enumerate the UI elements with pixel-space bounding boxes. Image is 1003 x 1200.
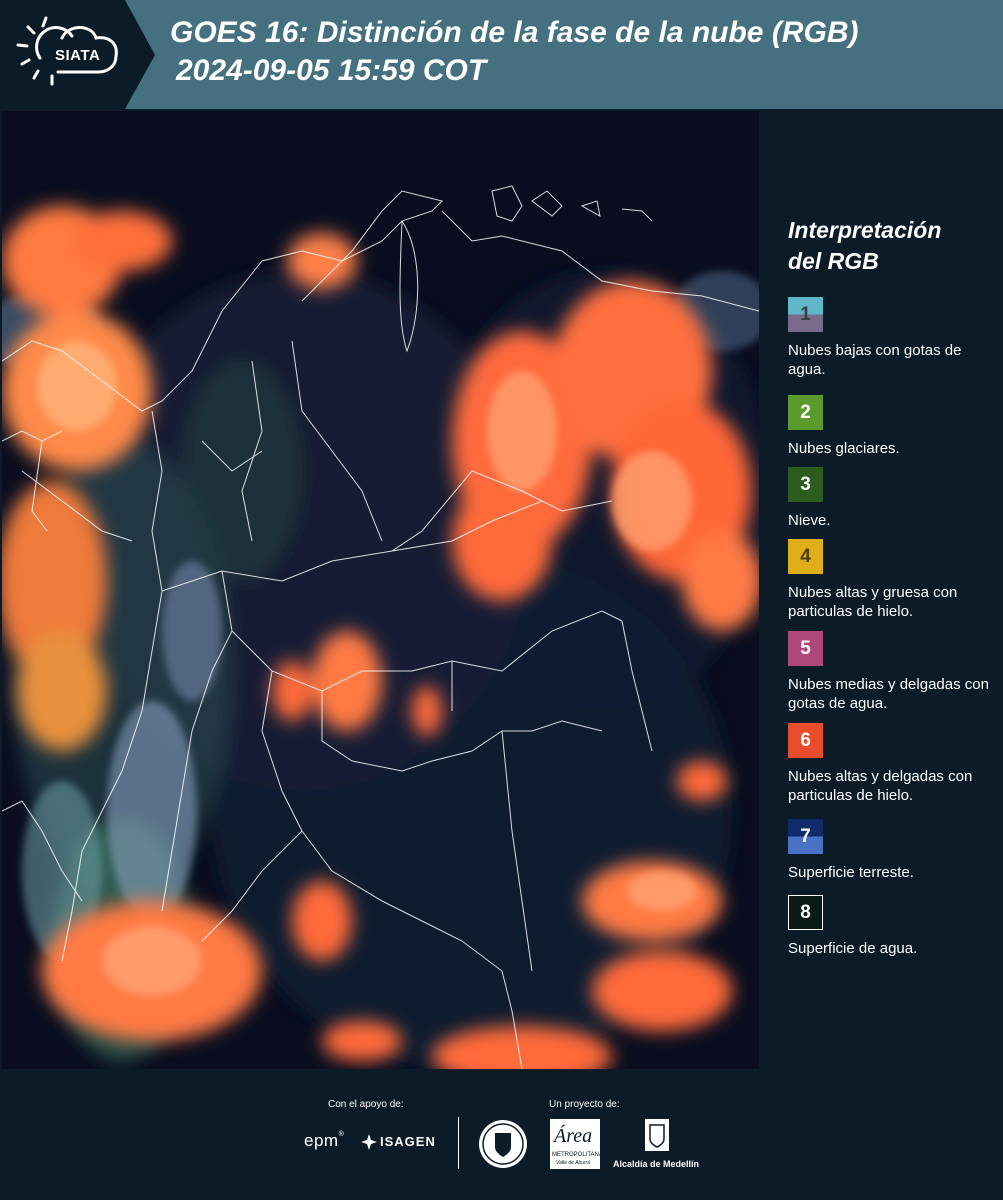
legend-label-4: Nubes altas y gruesa con particulas de h… xyxy=(788,584,958,620)
area-metropolitana-logo[interactable]: Área METROPOLITANA Valle de Aburrá xyxy=(550,1119,603,1169)
epm-logo[interactable]: epm® xyxy=(304,1131,344,1151)
logo-text: SIATA xyxy=(55,47,101,64)
legend-label-5: Nubes medias y delgadas con gotas de agu… xyxy=(788,676,989,712)
legend-label-2: Nubes glaciares. xyxy=(788,440,900,457)
seal-icon xyxy=(479,1120,527,1168)
header-bar: SIATA GOES 16: Distinción de la fase de … xyxy=(0,0,1003,109)
registered-mark-icon: ® xyxy=(338,1131,344,1138)
siata-logo[interactable]: SIATA xyxy=(0,0,155,109)
support-label: Con el apoyo de: xyxy=(328,1099,404,1110)
footer: Con el apoyo de: Un proyecto de: epm® IS… xyxy=(0,1069,1003,1200)
legend-swatch-2: 2 xyxy=(788,395,823,430)
legend-swatch-4: 4 xyxy=(788,539,823,574)
legend-number-4: 4 xyxy=(800,546,811,567)
alcaldia-text: Alcaldía de Medellín xyxy=(613,1159,700,1169)
legend-item-4: 4 Nubes altas y gruesa con particulas de… xyxy=(788,539,998,621)
legend-number-7: 7 xyxy=(800,826,811,847)
legend-number-5: 5 xyxy=(800,638,811,659)
legend-number-2: 2 xyxy=(800,402,811,423)
legend-item-7: 7 Superficie terreste. xyxy=(788,819,998,882)
legend-label-1: Nubes bajas con gotas de agua. xyxy=(788,342,962,378)
legend-title-line-2: del RGB xyxy=(788,248,879,274)
legend-title: Interpretación del RGB xyxy=(788,215,941,277)
map-svg xyxy=(2,111,759,1069)
page-title: GOES 16: Distinción de la fase de la nub… xyxy=(170,14,858,90)
legend-number-3: 3 xyxy=(800,474,811,495)
legend-swatch-8: 8 xyxy=(788,895,823,930)
epm-text: epm xyxy=(304,1131,339,1150)
satellite-map[interactable] xyxy=(2,111,759,1069)
legend-label-7: Superficie terreste. xyxy=(788,864,914,881)
legend-label-6: Nubes altas y delgadas con particulas de… xyxy=(788,768,973,804)
legend-swatch-1: 1 xyxy=(788,297,823,332)
legend-label-8: Superficie de agua. xyxy=(788,940,918,957)
title-line-1: GOES 16: Distinción de la fase de la nub… xyxy=(170,16,859,49)
title-line-2: 2024-09-05 15:59 COT xyxy=(176,54,487,87)
legend-number-8: 8 xyxy=(800,902,811,923)
legend-swatch-6: 6 xyxy=(788,723,823,758)
legend-item-2: 2 Nubes glaciares. xyxy=(788,395,998,458)
legend-number-1: 1 xyxy=(800,304,811,325)
alcaldia-shield-icon xyxy=(645,1119,669,1151)
area-text: Área xyxy=(554,1125,593,1147)
legend-title-line-1: Interpretación xyxy=(788,217,942,243)
legend-item-3: 3 Nieve. xyxy=(788,467,998,530)
legend-swatch-7: 7 xyxy=(788,819,823,854)
legend-item-6: 6 Nubes altas y delgadas con particulas … xyxy=(788,723,998,805)
legend-label-3: Nieve. xyxy=(788,512,831,529)
isagen-text: ISAGEN xyxy=(380,1134,436,1149)
legend-swatch-5: 5 xyxy=(788,631,823,666)
alcaldia-logo[interactable]: Alcaldía de Medellín xyxy=(612,1117,712,1171)
isagen-icon xyxy=(361,1134,377,1150)
project-label: Un proyecto de: xyxy=(549,1099,620,1110)
legend-item-8: 8 Superficie de agua. xyxy=(788,895,998,958)
footer-divider xyxy=(458,1117,459,1169)
area-sub1: METROPOLITANA xyxy=(552,1152,603,1158)
area-sub2: Valle de Aburrá xyxy=(556,1160,591,1166)
legend-item-1: 1 Nubes bajas con gotas de agua. xyxy=(788,297,998,379)
medellin-seal-logo[interactable] xyxy=(478,1119,528,1169)
legend-number-6: 6 xyxy=(800,730,811,751)
legend-panel: Interpretación del RGB 1 Nubes bajas con… xyxy=(760,111,1003,1069)
legend-swatch-3: 3 xyxy=(788,467,823,502)
legend-item-5: 5 Nubes medias y delgadas con gotas de a… xyxy=(788,631,998,713)
